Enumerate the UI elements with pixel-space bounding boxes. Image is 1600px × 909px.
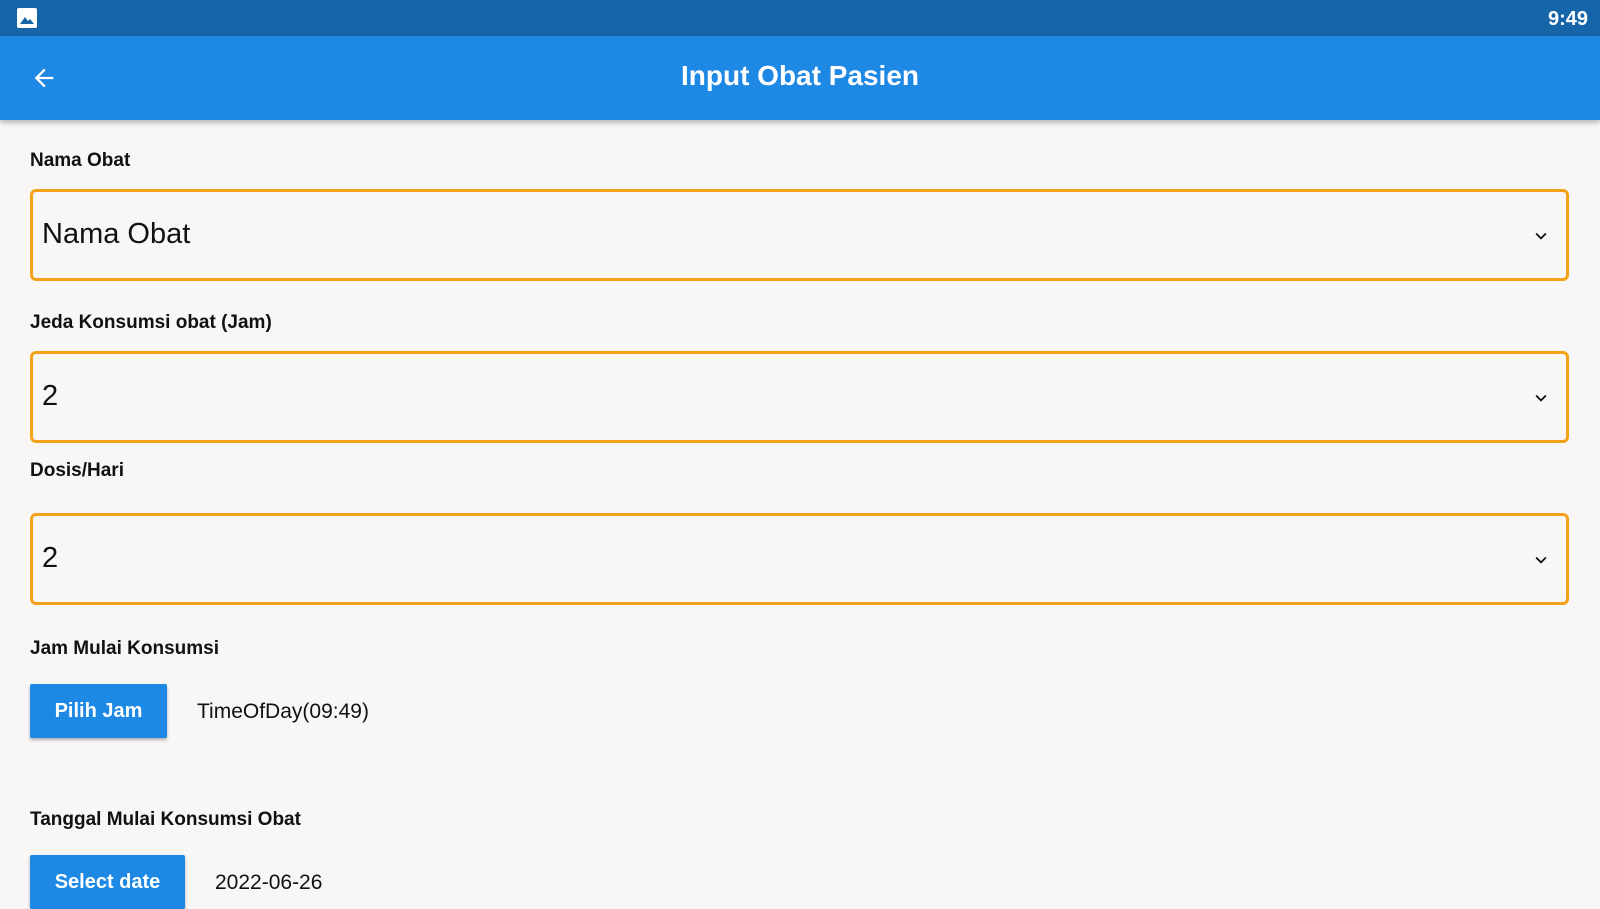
nama-obat-value: Nama Obat [42,218,191,250]
jeda-konsumsi-dropdown[interactable]: 2 [30,351,1569,443]
nama-obat-label: Nama Obat [30,150,131,171]
chevron-down-icon [1535,556,1547,564]
status-bar: 9:49 [0,0,1600,36]
nama-obat-dropdown[interactable]: Nama Obat [30,189,1569,281]
jam-mulai-value: TimeOfDay(09:49) [197,700,369,723]
app-bar: Input Obat Pasien [0,36,1600,120]
form-content: Nama Obat Nama Obat Jeda Konsumsi obat (… [0,120,1600,909]
dosis-label: Dosis/Hari [30,460,124,481]
tanggal-mulai-label: Tanggal Mulai Konsumsi Obat [30,809,301,830]
chevron-down-icon [1535,394,1547,402]
pilih-jam-button[interactable]: Pilih Jam [30,684,167,738]
image-icon [17,8,37,28]
dosis-dropdown[interactable]: 2 [30,513,1569,605]
jeda-konsumsi-value: 2 [42,380,59,412]
dosis-value: 2 [42,542,59,574]
page-title: Input Obat Pasien [680,60,920,91]
chevron-down-icon [1535,232,1547,240]
tanggal-mulai-value: 2022-06-26 [215,871,323,894]
jeda-konsumsi-label: Jeda Konsumsi obat (Jam) [30,312,272,333]
select-date-button[interactable]: Select date [30,855,185,909]
status-time: 9:49 [1547,8,1588,30]
jam-mulai-label: Jam Mulai Konsumsi [30,638,219,659]
